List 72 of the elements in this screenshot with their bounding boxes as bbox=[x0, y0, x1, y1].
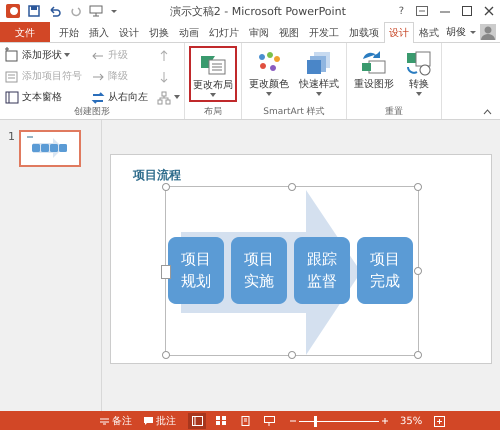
slide-thumbnail[interactable] bbox=[19, 130, 81, 167]
dropdown-icon[interactable] bbox=[316, 91, 322, 96]
window-title: 演示文稿2 - Microsoft PowerPoint bbox=[168, 4, 347, 18]
close-icon[interactable] bbox=[484, 6, 494, 16]
ribbon-button[interactable]: 文本窗格 bbox=[4, 88, 82, 104]
ribbon-button[interactable]: 快速样式 bbox=[296, 46, 342, 102]
comment-icon bbox=[144, 417, 153, 425]
resize-handle[interactable] bbox=[288, 351, 296, 359]
add-shape-icon bbox=[4, 46, 20, 62]
comments-button[interactable]: 批注 bbox=[144, 414, 176, 428]
powerpoint-logo-icon[interactable] bbox=[6, 4, 20, 18]
ribbon-tab[interactable]: 开始 bbox=[54, 22, 84, 42]
ribbon-button[interactable]: 更改颜色 bbox=[246, 46, 292, 102]
ribbon-button[interactable]: 从右向左 bbox=[90, 88, 148, 104]
notes-button[interactable]: 备注 bbox=[100, 414, 132, 428]
ribbon-button[interactable]: 添加形状 bbox=[4, 46, 82, 62]
view-button[interactable] bbox=[188, 413, 206, 429]
resize-handle[interactable] bbox=[288, 183, 296, 191]
help-button[interactable]: ? bbox=[398, 6, 404, 16]
file-tab[interactable]: 文件 bbox=[0, 22, 50, 42]
ribbon-tab[interactable]: 幻灯片 bbox=[204, 22, 244, 42]
slider-thumb[interactable] bbox=[314, 416, 317, 426]
dropdown-icon[interactable] bbox=[416, 91, 422, 96]
resize-handle[interactable] bbox=[162, 183, 170, 191]
group-label: SmartArt 样式 bbox=[262, 106, 326, 119]
zoom-out-icon[interactable] bbox=[290, 418, 296, 424]
reading-view-icon bbox=[240, 416, 250, 426]
dropdown-icon[interactable] bbox=[111, 8, 117, 14]
ribbon-tab[interactable]: 动画 bbox=[174, 22, 204, 42]
collapse-ribbon-icon[interactable] bbox=[483, 109, 492, 115]
ribbon-tab[interactable]: 视图 bbox=[274, 22, 304, 42]
resize-handle[interactable] bbox=[414, 183, 422, 191]
fit-slide-icon[interactable] bbox=[434, 416, 446, 426]
ribbon-tab[interactable]: 加载项 bbox=[344, 22, 384, 42]
ribbon-tab[interactable]: 格式 bbox=[414, 22, 444, 42]
zoom-level[interactable]: 35% bbox=[400, 416, 422, 426]
redo-icon[interactable] bbox=[69, 5, 81, 17]
slide-title[interactable]: 项目流程 bbox=[133, 167, 181, 184]
ribbon-tab[interactable]: 设计 bbox=[114, 22, 144, 42]
ribbon-button[interactable]: 转换 bbox=[401, 46, 437, 102]
dropdown-icon[interactable] bbox=[470, 29, 476, 35]
resize-handle[interactable] bbox=[414, 267, 422, 275]
hierarchy-icon bbox=[156, 88, 172, 104]
zoom-in-icon[interactable] bbox=[382, 418, 388, 424]
save-icon[interactable] bbox=[28, 5, 40, 17]
slideshow-icon bbox=[264, 416, 274, 426]
group-label: 重置 bbox=[384, 106, 404, 119]
slide-sorter-icon bbox=[216, 416, 226, 426]
dropdown-icon[interactable] bbox=[64, 52, 70, 57]
ribbon-tab[interactable]: 切换 bbox=[144, 22, 174, 42]
group-label: 布局 bbox=[203, 106, 223, 119]
ribbon-button[interactable]: 重设图形 bbox=[351, 46, 397, 102]
normal-view-icon bbox=[192, 416, 202, 426]
user-name[interactable]: 胡俊 bbox=[446, 25, 466, 39]
undo-icon[interactable] bbox=[48, 5, 61, 17]
dropdown-icon[interactable] bbox=[210, 92, 216, 97]
ribbon-display-icon[interactable] bbox=[416, 6, 428, 16]
ribbon-tab[interactable]: 插入 bbox=[84, 22, 114, 42]
text-pane-handle[interactable] bbox=[161, 265, 171, 279]
ribbon-tab[interactable]: 审阅 bbox=[244, 22, 274, 42]
group-label: 创建图形 bbox=[73, 106, 111, 119]
slide-number: 1 bbox=[8, 130, 15, 143]
presentation-icon[interactable] bbox=[89, 5, 103, 17]
text-pane-icon bbox=[4, 88, 20, 104]
ribbon-tab[interactable]: 设计 bbox=[384, 22, 414, 43]
dropdown-icon[interactable] bbox=[266, 91, 272, 96]
resize-handle[interactable] bbox=[414, 351, 422, 359]
ribbon-button[interactable]: 更改布局 bbox=[189, 46, 237, 102]
resize-handle[interactable] bbox=[162, 351, 170, 359]
ribbon-tab[interactable]: 开发工 bbox=[304, 22, 344, 42]
notes-icon bbox=[100, 417, 109, 425]
maximize-icon[interactable] bbox=[462, 6, 472, 16]
